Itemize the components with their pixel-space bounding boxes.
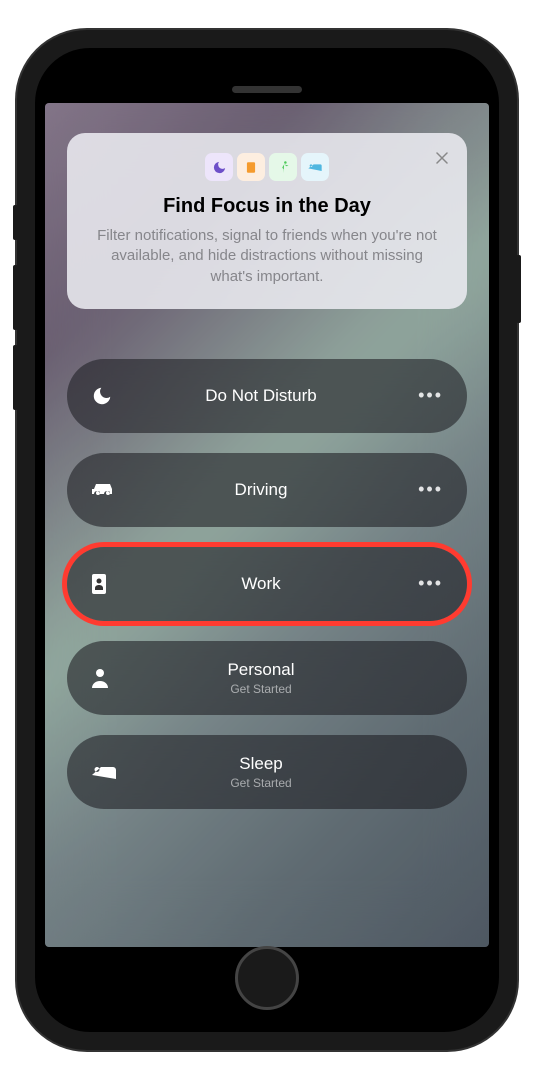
focus-mode-subtitle: Get Started [230, 776, 291, 790]
more-options-button[interactable]: ••• [415, 573, 443, 594]
focus-mode-label: Personal [227, 660, 294, 680]
more-options-button[interactable]: ••• [415, 385, 443, 406]
focus-mode-label: Sleep [239, 754, 282, 774]
close-icon [436, 152, 448, 164]
focus-mode-text: Personal Get Started [107, 660, 415, 696]
volume-down-button [13, 345, 18, 410]
focus-mode-label: Driving [235, 480, 288, 500]
power-button [516, 255, 521, 323]
moon-icon [205, 153, 233, 181]
focus-mode-text: Do Not Disturb [107, 386, 415, 406]
focus-mode-work[interactable]: Work ••• [67, 547, 467, 621]
info-card-description: Filter notifications, signal to friends … [95, 226, 439, 287]
info-card-title: Find Focus in the Day [95, 195, 439, 218]
home-button[interactable] [235, 946, 299, 1010]
speaker-grille [232, 86, 302, 93]
close-button[interactable] [431, 147, 453, 169]
focus-mode-personal[interactable]: Personal Get Started [67, 641, 467, 715]
focus-mode-text: Sleep Get Started [107, 754, 415, 790]
info-card-icons [95, 153, 439, 181]
focus-mode-subtitle: Get Started [230, 682, 291, 696]
screen: Find Focus in the Day Filter notificatio… [45, 103, 489, 947]
focus-mode-label: Do Not Disturb [205, 386, 316, 406]
runner-icon [269, 153, 297, 181]
focus-mode-driving[interactable]: Driving ••• [67, 453, 467, 527]
focus-mode-text: Driving [107, 480, 415, 500]
phone-bezel: Find Focus in the Day Filter notificatio… [35, 48, 499, 1032]
phone-device-frame: Find Focus in the Day Filter notificatio… [17, 30, 517, 1050]
focus-mode-label: Work [241, 574, 280, 594]
more-options-button[interactable]: ••• [415, 479, 443, 500]
book-icon [237, 153, 265, 181]
focus-mode-sleep[interactable]: Sleep Get Started [67, 735, 467, 809]
focus-control-center: Find Focus in the Day Filter notificatio… [45, 103, 489, 809]
bed-icon [301, 153, 329, 181]
focus-mode-do-not-disturb[interactable]: Do Not Disturb ••• [67, 359, 467, 433]
focus-info-card: Find Focus in the Day Filter notificatio… [67, 133, 467, 309]
focus-mode-text: Work [107, 574, 415, 594]
volume-up-button [13, 265, 18, 330]
mute-switch [13, 205, 18, 240]
